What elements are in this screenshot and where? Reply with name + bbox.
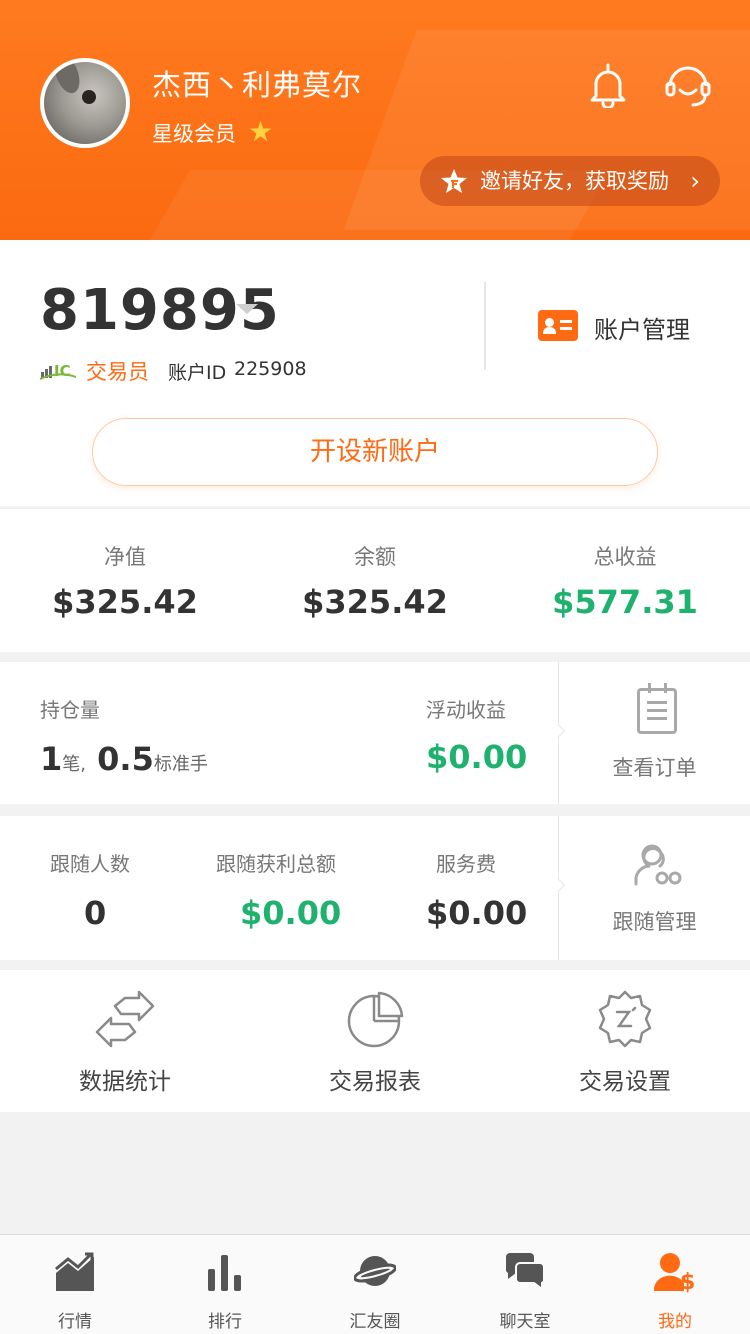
avatar[interactable] (40, 58, 130, 148)
market-chart-icon (55, 1252, 94, 1291)
open-new-account-button[interactable]: 开设新账户 (92, 418, 658, 486)
data-statistics-button[interactable]: 数据统计 (0, 970, 250, 1112)
floating-profit-label: 浮动收益 (426, 698, 506, 722)
follower-profit-value: $0.00 (240, 894, 342, 932)
tab-market[interactable]: 行情 (0, 1235, 150, 1334)
trade-settings-button[interactable]: 交易设置 (500, 970, 750, 1112)
lots-unit: 标准手 (153, 754, 208, 775)
balance-label: 余额 (354, 545, 396, 569)
user-dollar-icon: $ (654, 1253, 695, 1293)
positions-panel: 持仓量 1笔, 0.5标准手 浮动收益 $0.00 查看订单 (0, 662, 750, 804)
chevron-right-icon: › (690, 167, 700, 195)
holding-value: 1笔, 0.5标准手 (40, 740, 208, 778)
equity-label: 净值 (104, 545, 146, 569)
follower-profit-label: 跟随获利总额 (216, 852, 336, 876)
follower-management-link[interactable]: 跟随管理 (559, 906, 750, 936)
tab-chatroom-label: 聊天室 (499, 1312, 551, 1332)
member-level: 星级会员 (152, 122, 236, 146)
holding-label: 持仓量 (40, 698, 100, 722)
tab-ranking[interactable]: 排行 (150, 1235, 300, 1334)
order-list-icon[interactable] (637, 683, 677, 734)
id-card-icon[interactable] (538, 310, 578, 341)
trade-settings-label: 交易设置 (579, 1069, 671, 1095)
notch-decoration (550, 877, 566, 893)
star-badge-icon (441, 169, 467, 193)
balance-value: $325.42 (302, 583, 448, 621)
account-card: 819895 IC 交易员 账户ID 225908 账户管理 开设新账户 (0, 240, 750, 506)
arrows-exchange-icon (95, 990, 155, 1048)
gear-settings-icon (598, 990, 652, 1048)
total-profit-value: $577.31 (552, 583, 698, 621)
caret-down-icon[interactable] (236, 304, 258, 314)
tab-ranking-label: 排行 (208, 1312, 242, 1332)
trade-report-label: 交易报表 (329, 1069, 421, 1095)
bottom-tab-bar: 行情 排行 汇友圈 聊天室 $ 我的 (0, 1234, 750, 1334)
account-id-label: 账户ID (168, 362, 227, 384)
tab-mine-label: 我的 (658, 1312, 692, 1332)
view-orders-link[interactable]: 查看订单 (559, 752, 750, 782)
svg-text:$: $ (680, 1270, 695, 1293)
tab-community-label: 汇友圈 (349, 1312, 401, 1332)
followers-group-icon[interactable] (632, 842, 684, 888)
invite-friends-button[interactable]: 邀请好友，获取奖励 › (420, 156, 720, 206)
ranking-bars-icon (208, 1255, 241, 1291)
floating-profit-value: $0.00 (426, 738, 528, 776)
trade-report-button[interactable]: 交易报表 (250, 970, 500, 1112)
divider (484, 282, 486, 370)
tab-mine[interactable]: $ 我的 (600, 1235, 750, 1334)
data-statistics-label: 数据统计 (79, 1069, 171, 1095)
role-label: 交易员 (86, 360, 149, 384)
account-management-link[interactable]: 账户管理 (594, 310, 690, 345)
follower-count-label: 跟随人数 (50, 852, 130, 876)
pie-chart-icon (347, 991, 404, 1048)
equity-value: $325.42 (52, 583, 198, 621)
balance-stat: 余额 $325.42 (250, 509, 500, 653)
equity-stat: 净值 $325.42 (0, 509, 250, 653)
tab-community[interactable]: 汇友圈 (300, 1235, 450, 1334)
chat-bubbles-icon (505, 1253, 546, 1291)
account-id-value: 225908 (234, 358, 307, 380)
balance-summary: 净值 $325.42 余额 $325.42 总收益 $577.31 (0, 508, 750, 652)
svg-text:IC: IC (54, 362, 71, 380)
invite-label: 邀请好友，获取奖励 (480, 169, 669, 193)
username: 杰西丶利弗莫尔 (152, 68, 363, 102)
total-profit-label: 总收益 (593, 545, 657, 569)
service-fee-value: $0.00 (426, 894, 528, 932)
service-fee-label: 服务费 (436, 852, 496, 876)
follower-count-value: 0 (84, 894, 107, 932)
tab-chatroom[interactable]: 聊天室 (450, 1235, 600, 1334)
ic-broker-logo-icon: IC (40, 362, 76, 380)
profile-header: 杰西丶利弗莫尔 星级会员 ★ 邀请好友，获取奖励 › (0, 0, 750, 240)
tab-market-label: 行情 (58, 1312, 92, 1332)
order-count-unit: 笔, (62, 754, 86, 775)
notch-decoration (550, 723, 566, 739)
planet-icon (354, 1256, 396, 1286)
customer-service-icon[interactable] (664, 62, 712, 108)
star-icon: ★ (248, 115, 274, 148)
order-count: 1 (40, 740, 63, 778)
lots-value: 0.5 (97, 740, 154, 778)
bell-icon[interactable] (588, 62, 628, 108)
tools-panel: 数据统计 交易报表 交易设置 (0, 970, 750, 1112)
followers-panel: 跟随人数 0 跟随获利总额 $0.00 服务费 $0.00 跟随管理 (0, 816, 750, 960)
total-profit-stat: 总收益 $577.31 (500, 509, 750, 653)
